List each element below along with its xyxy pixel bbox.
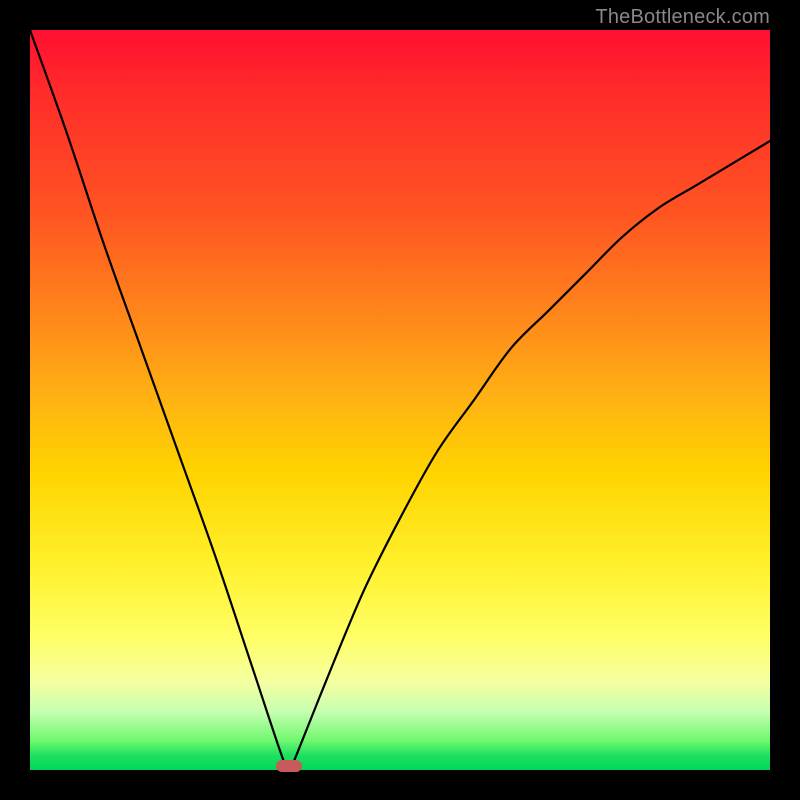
chart-frame: TheBottleneck.com bbox=[0, 0, 800, 800]
bottleneck-curve bbox=[30, 30, 770, 770]
plot-area bbox=[30, 30, 770, 770]
optimum-marker bbox=[276, 760, 302, 772]
watermark-text: TheBottleneck.com bbox=[595, 6, 770, 29]
